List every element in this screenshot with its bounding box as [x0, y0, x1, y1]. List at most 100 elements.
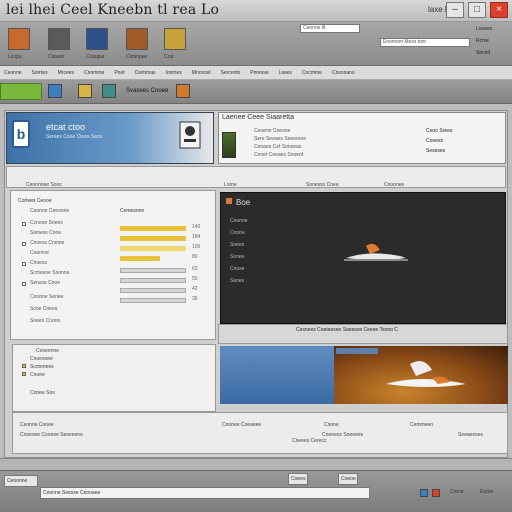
form-value: 55	[192, 276, 198, 282]
ribbon-right-label[interactable]: Secntt	[476, 50, 490, 56]
form-label: Cnoone Senee	[30, 294, 64, 300]
minimize-button[interactable]: –	[446, 2, 464, 18]
menu-item[interactable]: Cnomme	[84, 70, 104, 76]
lower-item[interactable]: Cnoesee Coonee Seseeeno	[20, 432, 83, 438]
promo-badge-icon: b	[12, 120, 30, 148]
menu-item[interactable]: Pnresse	[250, 70, 268, 76]
lower-item[interactable]: Seeaeeses	[458, 432, 483, 438]
status-bar	[0, 458, 512, 470]
close-button[interactable]: ×	[490, 2, 508, 18]
lower-item[interactable]: Cnooe	[324, 422, 339, 428]
ribbon-right-label[interactable]: Rcme	[476, 38, 489, 44]
form-label: Ssmess Cnoe	[30, 230, 62, 236]
list-item[interactable]: Ceoeenne	[36, 348, 59, 354]
lower-item[interactable]: Cneoece Sneeees	[322, 432, 363, 438]
ribbon-right-label[interactable]: Luoees	[476, 26, 492, 32]
menu-item[interactable]: Pnet	[114, 70, 124, 76]
menu-item[interactable]: Mncesst	[192, 70, 211, 76]
form-row-field[interactable]	[120, 288, 186, 293]
preview-image[interactable]	[340, 236, 412, 264]
tray-label[interactable]: Crone	[450, 489, 464, 495]
ribbon-field[interactable]: Ceonne llt	[300, 24, 360, 33]
menu-item[interactable]: Cocmme	[302, 70, 322, 76]
tab-item[interactable]: Cnoonee	[384, 182, 404, 188]
form-label: Coemne	[30, 250, 49, 256]
form-row-field[interactable]	[120, 278, 186, 283]
orange-photo-icon[interactable]	[126, 28, 148, 50]
menu-bar: Ceonne Sorrtes Mrcees Cnomme Pnet Cwmmas Ionme…	[0, 66, 512, 80]
form-checkbox[interactable]	[22, 262, 26, 266]
preview-item[interactable]: Cnooe	[230, 230, 245, 236]
menu-item[interactable]: Lsees	[279, 70, 292, 76]
blue-document-icon[interactable]	[86, 28, 108, 50]
green-home-button[interactable]	[0, 83, 42, 100]
maximize-button[interactable]: □	[468, 2, 486, 18]
orange-app-icon[interactable]	[8, 28, 30, 50]
info-right-item[interactable]: Ceoo Srees	[426, 128, 452, 134]
menu-item[interactable]: Ionmes	[165, 70, 181, 76]
ribbon-label: Cimmpee	[126, 54, 148, 60]
dark-media-icon[interactable]	[48, 28, 70, 50]
preview-item[interactable]: Sonee	[230, 254, 244, 260]
taskbar-item[interactable]: Coeoe	[338, 473, 358, 485]
ribbon-search-field[interactable]: Enomom Mess tom	[380, 38, 470, 47]
tab-item[interactable]: Lorne	[224, 182, 237, 188]
promo-title: etcat ctoo	[46, 122, 86, 132]
preview-item[interactable]: Ceonne	[230, 218, 248, 224]
info-right-item[interactable]: Seseses	[426, 148, 445, 154]
blue-tray-icon[interactable]	[420, 489, 428, 497]
tray-label[interactable]: Eonor	[480, 489, 493, 495]
form-value: 63	[192, 266, 198, 272]
lower-item[interactable]: Cneees Cerecc	[292, 438, 326, 444]
taskbar-item[interactable]: Coees	[288, 473, 308, 485]
orange-square-icon[interactable]	[176, 84, 190, 98]
blue-square-icon[interactable]	[48, 84, 62, 98]
info-line: Sere Seeaes Seeereee	[254, 136, 306, 142]
yellow-square-icon[interactable]	[78, 84, 92, 98]
yellow-folder-icon[interactable]	[164, 28, 186, 50]
info-line: Ceoenn Cneone	[254, 128, 291, 134]
form-checkbox[interactable]	[22, 242, 26, 246]
list-item[interactable]: Cnnee Sos	[30, 390, 55, 396]
menu-item[interactable]: Sorrtes	[32, 70, 48, 76]
form-checkbox[interactable]	[22, 222, 26, 226]
form-right-header: Cemesnne	[120, 208, 145, 214]
form-header: Cortees Ceooe	[18, 198, 52, 204]
info-right-item[interactable]: Cooess	[426, 138, 443, 144]
list-item[interactable]: Cnoee	[30, 372, 45, 378]
form-row-field[interactable]	[120, 268, 186, 273]
form-row-field[interactable]	[120, 298, 186, 303]
list-item[interactable]: Scmenees	[30, 364, 54, 370]
list-checkbox[interactable]	[22, 364, 26, 368]
form-label: Ccnooe Soees	[30, 220, 63, 226]
form-value: 140	[192, 224, 201, 230]
form-value: 105	[192, 244, 201, 250]
preview-item[interactable]: Snees	[230, 242, 244, 248]
ribbon-label: Coxupw	[86, 54, 105, 60]
menu-item[interactable]: Mrcees	[58, 70, 74, 76]
lower-item[interactable]: Cnooee Coeaeee	[222, 422, 261, 428]
taskbar-item[interactable]: Ceoonne	[4, 475, 38, 487]
lower-item[interactable]: Cemmeeo	[410, 422, 433, 428]
form-checkbox[interactable]	[22, 282, 26, 286]
red-tray-icon[interactable]	[432, 489, 440, 497]
menu-item[interactable]: Ceonne	[4, 70, 22, 76]
highlight-bar	[120, 226, 186, 231]
menu-item[interactable]: Sercents	[221, 70, 241, 76]
list-item[interactable]: Cnoeseee	[30, 356, 53, 362]
list-checkbox[interactable]	[22, 372, 26, 376]
taskbar-field[interactable]: Ceonne Seesse Ceooaee	[40, 487, 370, 499]
tab-item[interactable]: Sooesss Cnea	[306, 182, 339, 188]
menu-item[interactable]: Cwmmas	[135, 70, 156, 76]
info-title: Laenee Ceee Siaaretta	[222, 114, 294, 121]
toolbar: Svasees Cnoee	[0, 80, 512, 104]
teal-square-icon[interactable]	[102, 84, 116, 98]
ribbon: Lcopu Ciswen Coxupw Cimmpee Crat Ceonne …	[0, 22, 512, 66]
preview-item[interactable]: Seoes	[230, 278, 244, 284]
menu-item[interactable]: Cnsonans	[332, 70, 355, 76]
lower-item[interactable]: Ceonne Cnoee	[20, 422, 54, 428]
info-line: Cnnet Ceeaes Snoent	[254, 152, 304, 158]
tab-item[interactable]: Ceonnnee Sooc	[26, 182, 62, 188]
preview-item[interactable]: Cnnse	[230, 266, 244, 272]
info-thumbnail[interactable]	[222, 132, 236, 158]
